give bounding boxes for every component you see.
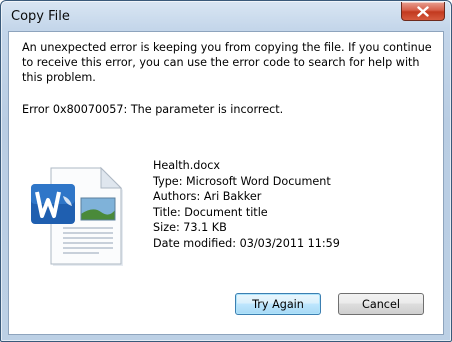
error-message: An unexpected error is keeping you from … [22, 41, 432, 84]
close-icon [417, 5, 429, 17]
file-title: Title: Document title [153, 205, 268, 219]
cancel-button[interactable]: Cancel [338, 293, 424, 315]
file-date-modified: Date modified: 03/03/2011 11:59 [153, 236, 340, 250]
file-name: Health.docx [153, 159, 221, 172]
file-properties: Health.docx Type: Microsoft Word Documen… [153, 158, 340, 252]
copy-file-dialog: Copy File An unexpected error is keeping… [0, 0, 452, 342]
file-size: Size: 73.1 KB [153, 221, 227, 235]
error-code-line: Error 0x80070057: The parameter is incor… [22, 103, 284, 116]
file-authors: Authors: Ari Bakker [153, 190, 262, 204]
file-type: Type: Microsoft Word Document [153, 174, 331, 188]
title-bar[interactable]: Copy File [1, 1, 451, 31]
dialog-content: An unexpected error is keeping you from … [8, 31, 444, 335]
window-title: Copy File [11, 9, 70, 24]
close-button[interactable] [401, 2, 445, 21]
try-again-button[interactable]: Try Again [235, 293, 321, 315]
word-document-icon [23, 162, 133, 276]
